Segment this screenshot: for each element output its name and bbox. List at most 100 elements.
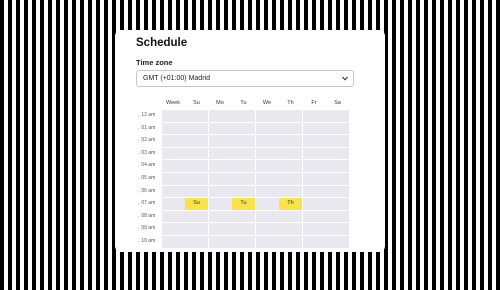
hour-label[interactable]: › 09 am bbox=[138, 223, 161, 235]
slot-cell[interactable] bbox=[255, 223, 279, 235]
slot-cell[interactable] bbox=[208, 135, 232, 147]
slot-selected[interactable]: Th bbox=[279, 198, 302, 210]
slot-cell[interactable] bbox=[302, 198, 326, 210]
column-header-sa[interactable]: Sa bbox=[326, 98, 349, 109]
slot-cell[interactable] bbox=[185, 172, 208, 185]
slot-cell[interactable] bbox=[326, 223, 349, 235]
slot-cell[interactable] bbox=[161, 198, 185, 210]
slot-cell[interactable] bbox=[255, 198, 279, 210]
slot-cell[interactable] bbox=[302, 160, 326, 172]
slot-cell[interactable] bbox=[161, 135, 185, 147]
slot-cell[interactable] bbox=[232, 147, 255, 160]
slot-cell[interactable] bbox=[326, 172, 349, 185]
slot-cell[interactable] bbox=[185, 185, 208, 198]
slot-cell[interactable] bbox=[161, 185, 185, 198]
column-header-fr[interactable]: Fr bbox=[303, 98, 326, 109]
slot-cell[interactable] bbox=[208, 122, 232, 135]
column-header-week[interactable]: Week bbox=[162, 98, 185, 109]
slot-cell[interactable] bbox=[161, 147, 185, 160]
slot-cell[interactable] bbox=[208, 110, 232, 122]
slot-cell[interactable] bbox=[185, 210, 208, 223]
slot-cell[interactable] bbox=[279, 135, 302, 147]
slot-cell[interactable] bbox=[279, 110, 302, 122]
slot-cell[interactable] bbox=[302, 147, 326, 160]
hour-label[interactable]: › 02 am bbox=[138, 135, 161, 147]
slot-cell[interactable] bbox=[161, 172, 185, 185]
slot-cell[interactable] bbox=[302, 223, 326, 235]
slot-cell[interactable] bbox=[185, 135, 208, 147]
slot-cell[interactable] bbox=[161, 235, 185, 248]
slot-cell[interactable] bbox=[302, 210, 326, 223]
slot-cell[interactable] bbox=[208, 210, 232, 223]
slot-cell[interactable] bbox=[326, 135, 349, 147]
slot-cell[interactable] bbox=[279, 172, 302, 185]
slot-cell[interactable] bbox=[326, 198, 349, 210]
hour-label[interactable]: › 03 am bbox=[138, 148, 161, 160]
slot-cell[interactable] bbox=[208, 172, 232, 185]
slot-cell[interactable] bbox=[185, 147, 208, 160]
hour-label[interactable]: › 07 am bbox=[138, 198, 161, 210]
column-header-tu[interactable]: Tu bbox=[232, 98, 255, 109]
slot-cell[interactable] bbox=[326, 160, 349, 172]
slot-cell[interactable] bbox=[232, 185, 255, 198]
hour-label[interactable]: › 06 am bbox=[138, 186, 161, 198]
slot-cell[interactable] bbox=[255, 122, 279, 135]
slot-cell[interactable] bbox=[326, 122, 349, 135]
slot-cell[interactable] bbox=[255, 147, 279, 160]
slot-cell[interactable] bbox=[279, 185, 302, 198]
slot-cell[interactable] bbox=[208, 223, 232, 235]
slot-cell[interactable] bbox=[185, 223, 208, 235]
slot-cell[interactable] bbox=[232, 160, 255, 172]
slot-cell[interactable] bbox=[185, 122, 208, 135]
slot-cell[interactable] bbox=[208, 147, 232, 160]
slot-cell[interactable] bbox=[302, 110, 326, 122]
slot-cell[interactable] bbox=[161, 160, 185, 172]
slot-cell[interactable] bbox=[185, 110, 208, 122]
slot-cell[interactable] bbox=[302, 135, 326, 147]
column-header-we[interactable]: We bbox=[256, 98, 279, 109]
slot-cell[interactable] bbox=[208, 185, 232, 198]
slot-cell[interactable] bbox=[279, 235, 302, 248]
slot-cell[interactable] bbox=[302, 235, 326, 248]
hour-label[interactable]: › 04 am bbox=[138, 160, 161, 172]
column-header-th[interactable]: Th bbox=[279, 98, 302, 109]
slot-cell[interactable] bbox=[232, 210, 255, 223]
hour-label[interactable]: › 01 am bbox=[138, 123, 161, 135]
slot-cell[interactable] bbox=[161, 122, 185, 135]
column-header-su[interactable]: Su bbox=[185, 98, 208, 109]
slot-cell[interactable] bbox=[232, 223, 255, 235]
slot-cell[interactable] bbox=[232, 172, 255, 185]
slot-cell[interactable] bbox=[279, 160, 302, 172]
slot-cell[interactable] bbox=[326, 110, 349, 122]
slot-cell[interactable] bbox=[255, 172, 279, 185]
slot-cell[interactable] bbox=[279, 223, 302, 235]
slot-cell[interactable] bbox=[255, 160, 279, 172]
slot-cell[interactable] bbox=[255, 210, 279, 223]
slot-cell[interactable] bbox=[302, 122, 326, 135]
slot-cell[interactable] bbox=[208, 235, 232, 248]
slot-cell[interactable] bbox=[208, 198, 232, 210]
slot-selected[interactable]: Tu bbox=[232, 198, 255, 210]
slot-cell[interactable] bbox=[255, 185, 279, 198]
slot-cell[interactable] bbox=[208, 160, 232, 172]
slot-cell[interactable] bbox=[302, 185, 326, 198]
slot-cell[interactable] bbox=[326, 210, 349, 223]
slot-cell[interactable] bbox=[232, 110, 255, 122]
column-header-mo[interactable]: Mo bbox=[209, 98, 232, 109]
hour-label[interactable]: › 10 am bbox=[138, 236, 161, 248]
slot-cell[interactable] bbox=[161, 210, 185, 223]
slot-cell[interactable] bbox=[326, 235, 349, 248]
slot-cell[interactable] bbox=[185, 160, 208, 172]
slot-cell[interactable] bbox=[326, 185, 349, 198]
slot-cell[interactable] bbox=[255, 235, 279, 248]
hour-label[interactable]: › 05 am bbox=[138, 173, 161, 185]
slot-cell[interactable] bbox=[279, 122, 302, 135]
slot-cell[interactable] bbox=[185, 235, 208, 248]
hour-label[interactable]: › 12 am bbox=[138, 110, 161, 122]
slot-cell[interactable] bbox=[279, 147, 302, 160]
slot-selected[interactable]: Su bbox=[185, 198, 208, 210]
slot-cell[interactable] bbox=[232, 235, 255, 248]
slot-cell[interactable] bbox=[161, 223, 185, 235]
slot-cell[interactable] bbox=[161, 110, 185, 122]
hour-label[interactable]: › 08 am bbox=[138, 211, 161, 223]
